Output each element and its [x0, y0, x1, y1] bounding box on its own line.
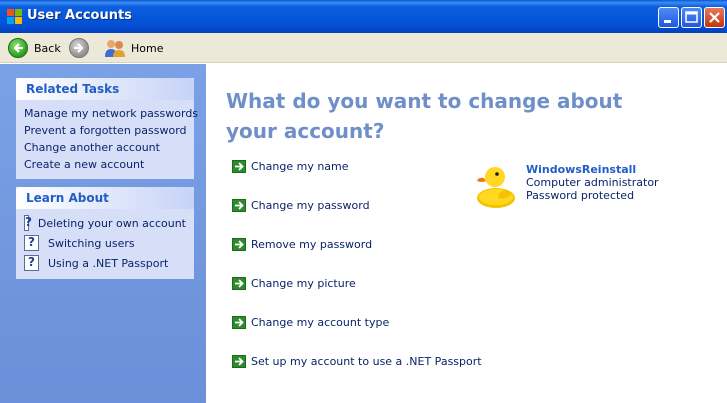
user-account-type: Computer administrator — [526, 176, 659, 189]
back-button[interactable]: Back — [8, 37, 61, 59]
back-arrow-icon — [8, 38, 28, 58]
help-icon: ? — [24, 255, 39, 271]
option-change-name[interactable]: Change my name — [232, 158, 349, 174]
close-button[interactable] — [704, 7, 725, 28]
option-change-password[interactable]: Change my password — [232, 197, 370, 213]
close-icon — [705, 8, 724, 27]
related-tasks-title[interactable]: Related Tasks — [16, 78, 194, 100]
learn-deleting-account[interactable]: ? Deleting your own account — [24, 213, 186, 233]
home-label: Home — [131, 41, 164, 55]
green-arrow-icon — [232, 198, 246, 212]
learn-about-box: Learn About ? Deleting your own account … — [16, 187, 194, 279]
user-accounts-app-icon — [7, 9, 22, 24]
page-heading: What do you want to change about your ac… — [226, 89, 623, 143]
maximize-button[interactable] — [681, 7, 702, 28]
home-button[interactable]: Home — [104, 37, 163, 59]
option-label: Change my account type — [251, 315, 390, 329]
home-users-icon — [105, 40, 125, 57]
window-title: User Accounts — [27, 8, 132, 23]
task-create-new-account[interactable]: Create a new account — [24, 156, 186, 173]
forward-arrow-icon — [69, 38, 89, 58]
option-label: Change my password — [251, 198, 370, 212]
option-label: Remove my password — [251, 237, 373, 251]
related-tasks-box: Related Tasks Manage my network password… — [16, 78, 198, 179]
option-remove-password[interactable]: Remove my password — [232, 236, 372, 252]
task-prevent-forgotten-password[interactable]: Prevent a forgotten password — [24, 122, 187, 139]
learn-item-label: Switching users — [48, 236, 135, 250]
option-label: Change my name — [251, 159, 349, 173]
option-label: Set up my account to use a .NET Passport — [251, 354, 482, 368]
task-manage-network-passwords[interactable]: Manage my network passwords — [24, 105, 198, 122]
green-arrow-icon — [232, 159, 246, 173]
option-change-account-type[interactable]: Change my account type — [232, 314, 389, 330]
user-details: WindowsReinstall Computer administrator … — [526, 163, 659, 202]
help-icon: ? — [24, 215, 32, 231]
option-change-picture[interactable]: Change my picture — [232, 275, 356, 291]
help-icon: ? — [24, 235, 39, 251]
task-pane: Related Tasks Manage my network password… — [0, 64, 206, 403]
rubber-duck-icon — [477, 167, 515, 208]
learn-switching-users[interactable]: ? Switching users — [24, 233, 186, 253]
minimize-button[interactable] — [658, 7, 679, 28]
green-arrow-icon — [232, 237, 246, 251]
green-arrow-icon — [232, 315, 246, 329]
minimize-icon — [659, 8, 678, 27]
user-name: WindowsReinstall — [526, 163, 637, 176]
learn-item-label: Deleting your own account — [37, 216, 186, 230]
maximize-icon — [682, 8, 701, 27]
main-content: What do you want to change about your ac… — [206, 64, 727, 403]
title-bar[interactable]: User Accounts — [0, 0, 727, 33]
learn-about-title[interactable]: Learn About — [16, 187, 194, 209]
back-label: Back — [34, 41, 61, 55]
toolbar: Back Home — [0, 33, 727, 63]
user-password-status: Password protected — [526, 189, 635, 202]
forward-button[interactable] — [69, 37, 89, 59]
learn-net-passport[interactable]: ? Using a .NET Passport — [24, 253, 186, 273]
task-change-another-account[interactable]: Change another account — [24, 139, 186, 156]
green-arrow-icon — [232, 354, 246, 368]
option-label: Change my picture — [251, 276, 356, 290]
learn-item-label: Using a .NET Passport — [48, 256, 169, 270]
option-net-passport[interactable]: Set up my account to use a .NET Passport — [232, 353, 482, 369]
green-arrow-icon — [232, 276, 246, 290]
